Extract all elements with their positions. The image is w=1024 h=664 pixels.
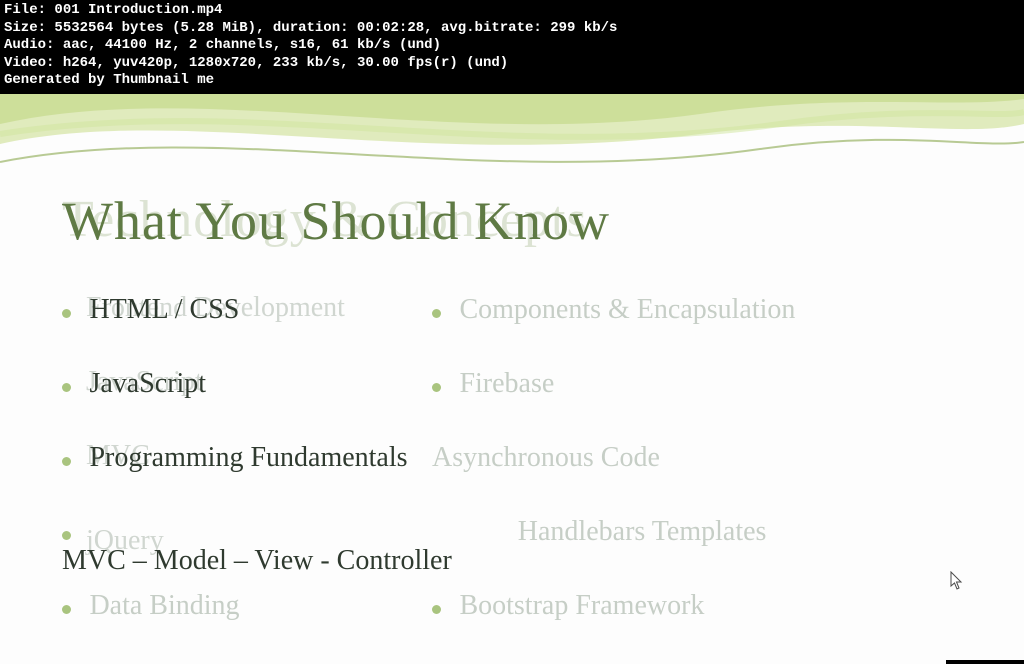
bullet-icon (62, 531, 71, 540)
size-line: Size: 5532564 bytes (5.28 MiB), duration… (4, 20, 1020, 38)
media-info-header: File: 001 Introduction.mp4 Size: 5532564… (0, 0, 1024, 94)
bullet-text-right: Firebase (459, 368, 554, 399)
bullet-icon (62, 457, 71, 466)
bullet-row: Frontend Development HTML / CSS Componen… (62, 294, 1002, 330)
slide-area: Technology & Concepts What You Should Kn… (0, 94, 1024, 664)
slide-title: What You Should Know (62, 190, 610, 252)
slide-title-group: Technology & Concepts What You Should Kn… (62, 190, 610, 252)
bullet-row: Data Binding Bootstrap Framework (62, 590, 1002, 626)
bullet-icon (432, 383, 441, 392)
bullet-text-left: MVC – Model – View - Controller (62, 545, 452, 576)
bullet-icon (62, 309, 71, 318)
bullet-text-right: Asynchronous Code (432, 442, 660, 473)
slide-bullets: Frontend Development HTML / CSS Componen… (62, 294, 1002, 626)
bullet-text-left: Data Binding (89, 590, 239, 621)
bullet-row: jQuery MVC – Model – View - Controller H… (62, 516, 1002, 552)
generated-line: Generated by Thumbnail me (4, 72, 1020, 90)
bullet-row: MVC Programming Fundamentals Asynchronou… (62, 442, 1002, 478)
bullet-icon (62, 605, 71, 614)
bullet-text-right: Bootstrap Framework (459, 590, 704, 621)
video-line: Video: h264, yuv420p, 1280x720, 233 kb/s… (4, 55, 1020, 73)
bullet-icon (432, 309, 441, 318)
audio-line: Audio: aac, 44100 Hz, 2 channels, s16, 6… (4, 37, 1020, 55)
bullet-icon (432, 605, 441, 614)
bullet-text-left: HTML / CSS (89, 294, 239, 325)
cursor-icon (950, 571, 964, 596)
wave-decoration (0, 94, 1024, 184)
bullet-icon (62, 383, 71, 392)
file-line: File: 001 Introduction.mp4 (4, 2, 1020, 20)
bullet-text-left: Programming Fundamentals (89, 442, 407, 473)
bullet-text-right: Handlebars Templates (518, 516, 767, 547)
bullet-text-right: Components & Encapsulation (459, 294, 795, 325)
bullet-row: JavaScript JavaScript Firebase (62, 368, 1002, 404)
timestamp-overlay: 00:01:05 (946, 660, 1024, 664)
bullet-text-left: JavaScript (89, 368, 206, 399)
